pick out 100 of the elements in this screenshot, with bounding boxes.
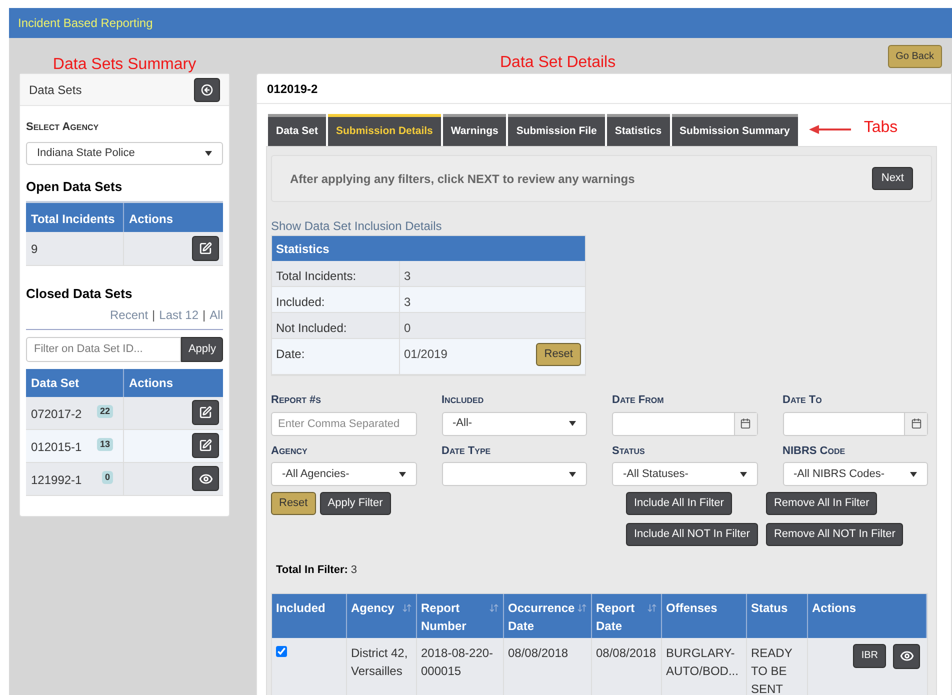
bulk-action-button[interactable]: Remove All In Filter	[766, 492, 878, 515]
select-field[interactable]: -All Statuses-	[612, 462, 758, 486]
tab[interactable]: Data Set	[268, 114, 326, 146]
field-label: Status	[612, 444, 646, 458]
count-badge: 13	[96, 438, 113, 451]
table-cell-text: 01/2019	[403, 346, 448, 363]
view-button[interactable]	[893, 644, 920, 668]
eye-icon	[198, 472, 212, 486]
select-field[interactable]: -All-	[442, 412, 587, 436]
table-cell-text: 072017-2	[31, 406, 82, 422]
bulk-action-button[interactable]: Include All NOT In Filter	[626, 523, 758, 546]
filter-link[interactable]: Recent	[110, 306, 148, 324]
table-title: Statistics	[276, 240, 330, 258]
table-cell-text: 121992-1	[31, 472, 82, 488]
total-label: Total In Filter:	[276, 563, 348, 578]
report-number-field[interactable]: Enter Comma Separated	[271, 412, 416, 436]
count-badge: 22	[96, 404, 113, 418]
column-header: Actions	[812, 600, 856, 616]
edit-button[interactable]	[192, 400, 219, 425]
select-field[interactable]	[442, 462, 587, 486]
table-cell: 08/08/2018	[504, 638, 592, 695]
link-separator: |	[202, 306, 206, 324]
edit-button[interactable]	[192, 433, 219, 458]
bulk-action-button[interactable]: Remove All NOT In Filter	[766, 523, 904, 546]
edit-icon	[199, 439, 212, 452]
column-header[interactable]: Report Date	[596, 598, 647, 634]
field-label: Date Type	[442, 444, 492, 458]
select-field[interactable]: -All Agencies-	[271, 462, 416, 486]
date-field[interactable]	[612, 412, 758, 436]
tab[interactable]: Submission File	[508, 114, 605, 146]
apply-filter-button[interactable]: Apply Filter	[320, 492, 391, 515]
app-title[interactable]: Incident Based Reporting	[18, 14, 153, 32]
sort-icon[interactable]	[402, 602, 412, 612]
column-header: Included	[276, 600, 326, 616]
sort-icon[interactable]	[577, 602, 587, 612]
annotation-arrow	[808, 125, 851, 134]
tab[interactable]: Submission Details	[328, 114, 441, 146]
tab[interactable]: Statistics	[606, 114, 670, 146]
sort-icon[interactable]	[489, 602, 499, 612]
data-set-title: 012019-2	[267, 80, 318, 98]
caret-icon	[569, 421, 576, 426]
reset-button[interactable]: Reset	[536, 343, 581, 366]
table-cell: 2018-08-220-000015	[417, 638, 504, 695]
table-cell-text: 3	[403, 294, 412, 311]
table-cell-text: 012015-1	[31, 438, 82, 456]
annotation-label: Data Set Details	[500, 53, 616, 73]
field-label: Date To	[782, 393, 823, 408]
field-label: Date From	[612, 393, 665, 408]
filter-link[interactable]: All	[210, 306, 223, 324]
bulk-action-button[interactable]: Include All In Filter	[626, 492, 732, 515]
tab[interactable]: Warnings	[442, 114, 506, 146]
inclusion-details-link[interactable]: Show Data Set Inclusion Details	[271, 217, 932, 235]
column-header: Actions	[128, 211, 174, 228]
field-label: Agency	[271, 444, 308, 458]
edit-button[interactable]	[192, 236, 219, 261]
field-label: NIBRS Code	[782, 444, 846, 458]
table-cell: Not Included:	[272, 313, 400, 338]
next-button[interactable]: Next	[872, 167, 913, 190]
reset-button[interactable]: Reset	[271, 492, 316, 515]
count-badge: 0	[102, 470, 113, 484]
tab[interactable]: Submission Summary	[672, 114, 798, 146]
table-cell-text: 3	[403, 268, 412, 285]
table-cell-text: 0	[403, 320, 412, 337]
table-cell: 9	[26, 232, 124, 265]
ibr-button[interactable]: IBR	[853, 644, 886, 668]
table-cell: District 42, Versailles	[347, 638, 417, 695]
table-cell: 08/08/2018	[592, 638, 662, 695]
table-cell: Included:	[272, 287, 400, 312]
field-label: Report #s	[271, 393, 322, 408]
field-label: Included	[442, 393, 485, 408]
table-cell: BURGLARY-AUTO/BOD...	[662, 638, 747, 695]
go-back-button[interactable]: Go Back	[888, 45, 942, 68]
edit-icon	[199, 406, 212, 419]
date-field[interactable]	[782, 412, 928, 436]
column-header: Status	[751, 600, 788, 616]
caret-icon	[205, 150, 212, 156]
view-button[interactable]	[192, 466, 219, 491]
table-cell: READY TO BE SENT	[747, 638, 808, 695]
annotation-label: Tabs	[864, 118, 898, 138]
panel-title: Data Sets	[29, 82, 82, 98]
column-header[interactable]: Agency	[351, 598, 394, 616]
column-header[interactable]: Report Number	[421, 598, 489, 634]
filter-link[interactable]: Last 12	[159, 306, 199, 324]
calendar-icon	[740, 418, 751, 429]
caret-icon	[910, 472, 917, 476]
select-field[interactable]: -All NIBRS Codes-	[782, 462, 928, 486]
sort-icon[interactable]	[647, 602, 657, 612]
caret-icon	[398, 472, 406, 476]
collapse-button[interactable]	[194, 78, 220, 102]
notice-text: After applying any filters, click NEXT to review any warnings	[290, 170, 635, 188]
caret-icon	[740, 472, 746, 476]
filter-input[interactable]: Filter on Data Set ID...	[26, 336, 182, 362]
agency-select[interactable]: Indiana State Police	[26, 142, 223, 164]
table-cell: Total Incidents:	[272, 261, 400, 286]
field-label: Select Agency	[26, 120, 100, 135]
column-header[interactable]: Occurrence Date	[508, 598, 577, 634]
caret-icon	[569, 472, 576, 476]
apply-button[interactable]: Apply	[181, 336, 223, 362]
section-heading: Closed Data Sets	[26, 285, 134, 303]
include-checkbox[interactable]	[276, 646, 287, 656]
